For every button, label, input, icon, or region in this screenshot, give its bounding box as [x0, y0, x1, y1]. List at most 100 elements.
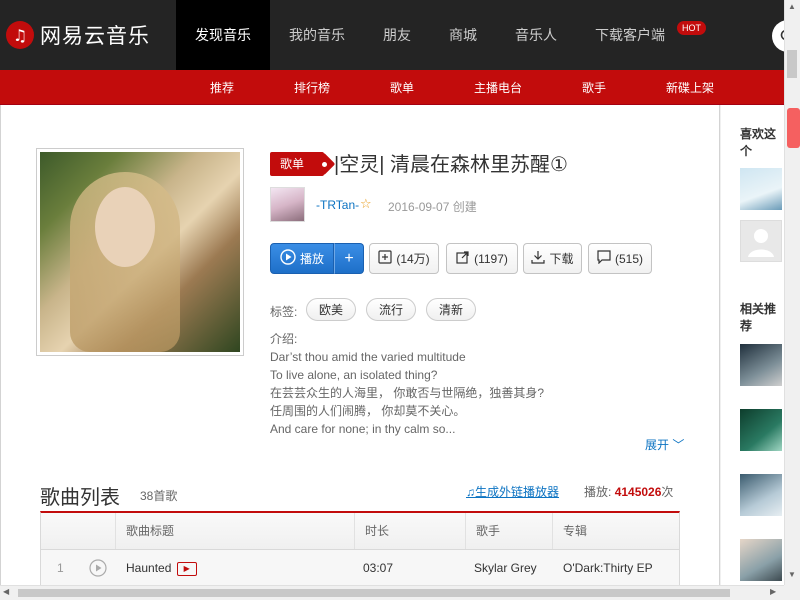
- table-row[interactable]: 1 Haunted ▶ 03:07 Skylar Grey O'Dark:Thi…: [41, 550, 679, 585]
- likes-title: 喜欢这个: [740, 127, 777, 158]
- expand-link[interactable]: 展开 ﹀: [645, 436, 684, 453]
- play-button[interactable]: 播放: [270, 243, 334, 274]
- feedback-tab[interactable]: [787, 108, 800, 148]
- song-duration: 03:07: [363, 561, 394, 575]
- song-title-text: Haunted: [126, 561, 172, 575]
- cover-image: [40, 152, 240, 352]
- subnav-radio[interactable]: 主播电台: [460, 70, 536, 105]
- external-player-link[interactable]: ♫生成外链播放器: [466, 483, 559, 500]
- subnav-new-albums[interactable]: 新碟上架: [652, 70, 728, 105]
- col-artist: 歌手: [465, 513, 553, 549]
- download-button[interactable]: 下载: [523, 243, 582, 274]
- sub-nav: 推荐 排行榜 歌单 主播电台 歌手 新碟上架: [0, 70, 784, 105]
- song-artist[interactable]: Skylar Grey: [464, 550, 554, 585]
- play-circle-icon: [280, 249, 296, 268]
- chevron-down-icon: ﹀: [669, 438, 685, 452]
- horizontal-scroll-thumb[interactable]: [18, 589, 730, 597]
- intro-line: And care for none; in thy calm so...: [270, 422, 456, 436]
- netease-music-logo-icon: ♫: [6, 21, 34, 49]
- song-album[interactable]: O'Dark:Thirty EP: [553, 550, 681, 585]
- download-icon: [531, 250, 546, 267]
- comment-button[interactable]: (515): [588, 243, 652, 274]
- related-playlist-thumb[interactable]: [740, 474, 782, 516]
- nav-store[interactable]: 商城: [430, 0, 496, 70]
- nav-download-client[interactable]: 下载客户端: [576, 0, 684, 70]
- liker-avatar[interactable]: [740, 168, 782, 210]
- default-avatar-icon: [748, 229, 774, 257]
- logo[interactable]: ♫ 网易云音乐: [0, 0, 176, 70]
- mv-icon[interactable]: ▶: [176, 561, 197, 576]
- scroll-left-icon[interactable]: ◀: [3, 587, 9, 596]
- collect-button[interactable]: (14万): [369, 243, 439, 274]
- song-count: 38首歌: [140, 489, 178, 503]
- tag-1[interactable]: 流行: [366, 298, 416, 321]
- intro-line: 在芸芸众生的人海里， 你敢否与世隔绝，独善其身?: [270, 386, 545, 400]
- intro-line: Dar’st thou amid the varied multitude: [270, 350, 466, 364]
- song-list-title: 歌曲列表: [40, 487, 120, 509]
- search-input[interactable]: [772, 20, 784, 52]
- logo-text: 网易云音乐: [40, 25, 150, 48]
- play-label: 播放: [299, 252, 324, 266]
- share-count: (1197): [474, 251, 508, 266]
- row-index: 1: [57, 561, 64, 575]
- vertical-scroll-thumb[interactable]: [787, 50, 797, 78]
- play-count: 播放: 4145026次: [584, 483, 673, 500]
- viewport: ♫ 网易云音乐 发现音乐 我的音乐 朋友 商城 音乐人 下载客户端 HOT 推荐…: [0, 0, 784, 585]
- tag-2[interactable]: 清新: [426, 298, 476, 321]
- song-title[interactable]: Haunted ▶: [116, 550, 236, 585]
- table-header: 歌曲标题 时长 歌手 专辑: [41, 513, 679, 550]
- nav-my-music[interactable]: 我的音乐: [270, 0, 364, 70]
- share-button[interactable]: (1197): [446, 243, 518, 274]
- intro-line: 任周围的人们闹腾， 你却莫不关心。: [270, 404, 466, 418]
- star-icon: ☆: [360, 196, 372, 211]
- subnav-charts[interactable]: 排行榜: [280, 70, 344, 105]
- nav-musician[interactable]: 音乐人: [496, 0, 576, 70]
- col-album: 专辑: [552, 513, 680, 549]
- scroll-up-icon[interactable]: ▲: [788, 2, 796, 11]
- hot-badge: HOT: [677, 21, 706, 35]
- collect-count: (14万): [396, 252, 430, 266]
- folder-plus-icon: [378, 250, 392, 267]
- intro-line: To live alone, an isolated thing?: [270, 368, 438, 382]
- liker-avatar[interactable]: [740, 220, 782, 262]
- subnav-recommend[interactable]: 推荐: [196, 70, 248, 105]
- top-bar: ♫ 网易云音乐 发现音乐 我的音乐 朋友 商城 音乐人 下载客户端 HOT: [0, 0, 784, 70]
- related-playlist-thumb[interactable]: [740, 539, 782, 581]
- play-count-value: 4145026: [614, 485, 662, 499]
- col-duration: 时长: [354, 513, 466, 549]
- scroll-right-icon[interactable]: ▶: [770, 587, 776, 596]
- comment-icon: [597, 250, 611, 267]
- playlist-description: 介绍: Dar’st thou amid the varied multitud…: [270, 330, 544, 438]
- nav-friends[interactable]: 朋友: [364, 0, 430, 70]
- play-song-icon[interactable]: [79, 550, 109, 585]
- music-note-icon: ♫: [466, 485, 475, 499]
- tag-0[interactable]: 欧美: [306, 298, 356, 321]
- playlist-cover: [36, 148, 244, 356]
- related-title: 相关推荐: [740, 302, 777, 333]
- avatar[interactable]: [270, 187, 305, 222]
- external-player-label: 生成外链播放器: [475, 485, 560, 499]
- download-label: 下载: [549, 252, 574, 266]
- playlist-title: |空灵| 清晨在森林里苏醒①: [334, 154, 568, 176]
- created-date: 2016-09-07 创建: [388, 200, 477, 214]
- add-to-queue-button[interactable]: +: [334, 243, 364, 274]
- intro-label: 介绍:: [270, 332, 298, 346]
- creator-link[interactable]: -TRTan-: [316, 198, 359, 212]
- vertical-scrollbar[interactable]: ▲ ▼: [784, 0, 800, 585]
- scroll-down-icon[interactable]: ▼: [788, 570, 796, 579]
- share-icon: [456, 250, 470, 267]
- related-playlist-thumb[interactable]: [740, 409, 782, 451]
- playlist-badge-label: 歌单: [280, 157, 305, 171]
- subnav-artists[interactable]: 歌手: [568, 70, 620, 105]
- play-count-label: 播放:: [584, 485, 612, 499]
- expand-label: 展开: [645, 438, 670, 452]
- comment-count: (515): [614, 251, 643, 266]
- col-title: 歌曲标题: [115, 513, 355, 549]
- subnav-playlists[interactable]: 歌单: [376, 70, 428, 105]
- play-count-unit: 次: [661, 485, 674, 499]
- related-playlist-thumb[interactable]: [740, 344, 782, 386]
- playlist-badge: 歌单: [270, 152, 327, 176]
- tags-label: 标签:: [270, 305, 298, 319]
- nav-discover[interactable]: 发现音乐: [176, 0, 270, 70]
- song-table: 歌曲标题 时长 歌手 专辑 1 Haunted ▶ 03:07 Skylar G…: [40, 511, 680, 585]
